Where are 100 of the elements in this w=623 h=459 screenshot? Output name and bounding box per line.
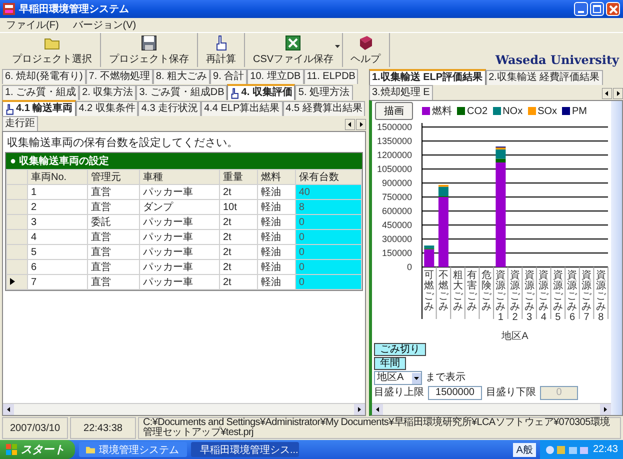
y-tick-label: 600000 bbox=[382, 206, 412, 216]
toggle-button[interactable]: ごみ切り bbox=[374, 343, 426, 356]
close-button[interactable] bbox=[606, 2, 620, 16]
toolbar-button[interactable]: プロジェクト選択 bbox=[4, 33, 101, 67]
ime-indicator[interactable]: A般 bbox=[513, 442, 536, 456]
tab[interactable]: 1. ごみ質・組成 bbox=[2, 85, 80, 100]
tab[interactable]: 4.4 ELP算出結果 bbox=[201, 101, 283, 116]
column-header: 車種 bbox=[139, 170, 220, 184]
tab[interactable]: 4.5 経費算出結果 bbox=[282, 101, 366, 116]
tab[interactable]: 走行距 bbox=[2, 116, 38, 131]
toolbar-button[interactable]: CSVファイル保存 bbox=[245, 33, 343, 67]
horizontal-scrollbar[interactable] bbox=[372, 403, 611, 415]
category-label: 危険ごみ bbox=[481, 270, 492, 312]
legend-label: SOx bbox=[538, 106, 558, 116]
table-cell: パッカー車 bbox=[139, 274, 220, 290]
row-header[interactable] bbox=[6, 274, 28, 290]
table-cell[interactable]: 0 bbox=[295, 260, 362, 274]
tab[interactable]: 3. ごみ質・組成DB bbox=[136, 85, 228, 100]
tab[interactable]: 1.収集輸送 ELP評価結果 bbox=[369, 69, 486, 85]
tab[interactable]: 2. 収集方法 bbox=[79, 85, 136, 100]
table-cell: パッカー車 bbox=[139, 230, 220, 244]
dropdown-arrow-icon[interactable] bbox=[334, 45, 340, 48]
toggle-button[interactable]: 年間 bbox=[374, 357, 406, 370]
table-cell: 直営 bbox=[87, 200, 140, 214]
hand-icon bbox=[230, 88, 240, 98]
taskbar-button[interactable]: 早稲田環境管理シス... bbox=[191, 442, 299, 457]
input-field[interactable]: 1500000 bbox=[428, 386, 482, 400]
scroll-right-icon[interactable] bbox=[354, 404, 365, 415]
table-cell[interactable]: 8 bbox=[295, 200, 362, 214]
category-label: 資源ごみ7 bbox=[582, 270, 592, 323]
category-label: 資源ごみ6 bbox=[567, 270, 578, 323]
vertical-scrollbar[interactable] bbox=[611, 101, 622, 415]
table-cell: 2 bbox=[28, 200, 88, 214]
area-dropdown[interactable]: 地区A bbox=[374, 371, 422, 385]
category-label: 資源ごみ5 bbox=[552, 270, 563, 323]
scroll-left-icon[interactable] bbox=[345, 119, 355, 130]
table-cell[interactable]: 0 bbox=[295, 244, 362, 260]
table-cell[interactable]: 0 bbox=[295, 274, 362, 290]
table-cell: 4 bbox=[28, 230, 88, 244]
table-cell[interactable]: 0 bbox=[295, 230, 362, 244]
tab[interactable]: 4.3 走行状況 bbox=[138, 101, 202, 116]
tab[interactable]: 3.焼却処理 E bbox=[369, 85, 433, 100]
scroll-right-icon[interactable] bbox=[600, 404, 611, 415]
table-cell: 直営 bbox=[87, 230, 140, 244]
grid-title: ● 収集輸送車両の設定 bbox=[6, 153, 362, 169]
status-path: C:¥Documents and Settings¥Administrator¥My Documents¥早稲田環境研究所¥LCAソフトウェア¥070305環境管理セットアップ¥test.prj bbox=[138, 417, 621, 439]
field-label: 目盛り下限 bbox=[486, 387, 536, 399]
y-tick-label: 1200000 bbox=[376, 150, 412, 160]
category-label: 不燃ごみ bbox=[438, 270, 448, 312]
toolbar-button[interactable]: 再計算 bbox=[198, 33, 245, 67]
tab[interactable]: 10. 埋立DB bbox=[247, 69, 304, 84]
table-cell: 軽油 bbox=[257, 214, 296, 230]
table-cell: 直営 bbox=[87, 184, 140, 200]
scroll-left-icon[interactable] bbox=[602, 88, 612, 99]
tray-icons-drawing[interactable] bbox=[544, 444, 589, 454]
table-cell: 軽油 bbox=[257, 244, 296, 260]
minimize-button[interactable] bbox=[574, 2, 588, 16]
maximize-button[interactable] bbox=[590, 2, 604, 16]
menu-item[interactable]: ファイル(F) bbox=[4, 18, 61, 32]
tab[interactable]: 6. 焼却(発電有り) bbox=[2, 69, 86, 84]
scroll-right-icon[interactable] bbox=[356, 119, 366, 130]
tab[interactable]: 5. 処理方法 bbox=[295, 85, 353, 100]
tab[interactable]: 2.収集輸送 経費評価結果 bbox=[486, 70, 603, 85]
taskbar-button[interactable]: 環境管理システム bbox=[79, 442, 187, 457]
folder-icon bbox=[44, 36, 60, 50]
spreadsheet-icon bbox=[285, 35, 302, 51]
tab[interactable]: 7. 不燃物処理 bbox=[86, 69, 153, 84]
category-label: 資源ごみ3 bbox=[524, 270, 534, 323]
scroll-left-icon[interactable] bbox=[3, 404, 14, 415]
scroll-right-icon[interactable] bbox=[613, 88, 623, 99]
horizontal-scrollbar[interactable] bbox=[3, 403, 365, 415]
scroll-left-icon[interactable] bbox=[372, 404, 383, 415]
hand-icon bbox=[5, 104, 14, 114]
table-cell: 3 bbox=[28, 214, 88, 230]
table-cell: 軽油 bbox=[257, 274, 296, 290]
tab[interactable]: 4.1 輸送車両 bbox=[2, 100, 76, 116]
table-cell: 軽油 bbox=[257, 200, 296, 214]
y-tick-label: 900000 bbox=[382, 178, 412, 188]
tab[interactable]: 4. 収集評価 bbox=[227, 84, 296, 100]
menu-item[interactable]: バージョン(V) bbox=[70, 18, 138, 32]
table-cell: 6 bbox=[28, 260, 88, 274]
y-tick-label: 0 bbox=[406, 262, 412, 272]
status-time: 22:43:38 bbox=[70, 417, 136, 439]
toolbar-button[interactable]: プロジェクト保存 bbox=[101, 33, 198, 67]
windows-flag-icon bbox=[6, 444, 17, 455]
tab[interactable]: 9. 合計 bbox=[210, 69, 248, 84]
draw-button[interactable]: 描画 bbox=[375, 102, 413, 120]
column-header: 重量 bbox=[219, 170, 258, 184]
table-cell[interactable]: 0 bbox=[295, 214, 362, 230]
tab[interactable]: 8. 粗大ごみ bbox=[152, 69, 210, 84]
y-tick-label: 1050000 bbox=[376, 164, 412, 174]
toolbar-button[interactable]: ヘルプ bbox=[342, 33, 390, 67]
tab[interactable]: 11. ELPDB bbox=[304, 69, 358, 84]
tab[interactable]: 4.2 収集条件 bbox=[76, 101, 138, 116]
y-tick-label: 750000 bbox=[382, 192, 412, 202]
category-label: 資源ごみ2 bbox=[510, 270, 520, 323]
table-cell[interactable]: 40 bbox=[295, 184, 362, 200]
table-cell: 軽油 bbox=[257, 260, 296, 274]
category-label: 有害ごみ bbox=[467, 270, 478, 312]
table-cell: 5 bbox=[28, 244, 88, 260]
